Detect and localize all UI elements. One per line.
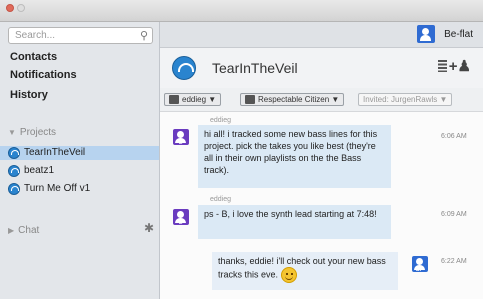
disclosure-open-icon: ▼	[8, 128, 16, 137]
role-filter-label: Respectable Citizen ▼	[258, 95, 340, 104]
chat-section-header[interactable]: ▶ Chat	[8, 225, 39, 236]
user-photo-icon	[169, 95, 179, 105]
minimize-window-button[interactable]	[17, 4, 25, 12]
projects-section-header[interactable]: ▼ Projects	[8, 127, 56, 138]
project-icon	[8, 147, 20, 159]
add-user-icon[interactable]: +♟	[449, 57, 471, 75]
disclosure-closed-icon: ▶	[8, 226, 15, 235]
user-filter-dropdown[interactable]: eddieg ▼	[164, 93, 222, 106]
message-time: 6:22 AM	[441, 258, 467, 265]
project-item-tearintheveil[interactable]: TearInTheVeil	[0, 146, 159, 160]
user-filter-label: eddieg ▼	[182, 95, 217, 104]
user-name[interactable]: Be-flat	[444, 29, 473, 40]
filter-bar: eddieg ▼ Respectable Citizen ▼ Invited: …	[160, 88, 483, 112]
project-icon	[8, 183, 20, 195]
project-label: TearInTheVeil	[24, 147, 86, 158]
project-header: TearInTheVeil +♟	[160, 48, 483, 88]
chat-header-label: Chat	[18, 225, 40, 236]
message-sender: eddieg	[210, 196, 232, 203]
project-item-beatz1[interactable]: beatz1	[0, 164, 159, 178]
message-bubble: hi all! i tracked some new bass lines fo…	[198, 125, 391, 188]
avatar-initial: E	[179, 220, 183, 226]
message-bubble-own: thanks, eddie! i'll check out your new b…	[212, 252, 398, 290]
smiley-emoji-icon	[280, 267, 297, 283]
invited-filter-label: Invited: JurgenRawls ▼	[363, 95, 448, 104]
search-input[interactable]: Search... ⚲	[8, 27, 153, 44]
message-text: thanks, eddie! i'll check out your new b…	[218, 256, 386, 280]
user-photo-icon	[245, 95, 255, 105]
project-item-turn-me-off[interactable]: Turn Me Off v1	[0, 182, 159, 196]
project-label: beatz1	[24, 165, 55, 176]
project-title: TearInTheVeil	[212, 60, 298, 76]
search-placeholder: Search...	[15, 30, 56, 41]
message-time: 6:09 AM	[441, 211, 467, 218]
sidebar-item-contacts[interactable]: Contacts	[10, 51, 57, 63]
user-avatar-icon[interactable]	[417, 25, 435, 43]
add-chat-icon[interactable]: ✱	[144, 221, 154, 235]
sidebar-item-notifications[interactable]: Notifications	[10, 69, 77, 81]
message-list: eddieg E hi all! i tracked some new bass…	[160, 112, 483, 299]
sidebar-item-history[interactable]: History	[10, 89, 48, 101]
role-filter-dropdown[interactable]: Respectable Citizen ▼	[240, 93, 345, 106]
project-icon	[172, 56, 196, 80]
title-bar	[0, 0, 483, 22]
sidebar: Search... ⚲ Contacts Notifications Histo…	[0, 22, 160, 299]
message-time: 6:06 AM	[441, 133, 467, 140]
message-bubble: ps - B, i love the synth lead starting a…	[198, 205, 391, 239]
invited-filter-dropdown[interactable]: Invited: JurgenRawls ▼	[358, 93, 453, 106]
user-bar: Be-flat	[160, 22, 483, 48]
avatar-initial: E	[179, 140, 183, 146]
search-icon[interactable]: ⚲	[140, 29, 148, 44]
project-icon	[8, 165, 20, 177]
close-window-button[interactable]	[6, 4, 14, 12]
projects-header-label: Projects	[19, 127, 57, 138]
message-sender: eddieg	[210, 117, 232, 124]
document-list-icon[interactable]	[438, 60, 447, 72]
project-label: Turn Me Off v1	[24, 183, 91, 194]
avatar-initials: BF	[416, 267, 423, 273]
